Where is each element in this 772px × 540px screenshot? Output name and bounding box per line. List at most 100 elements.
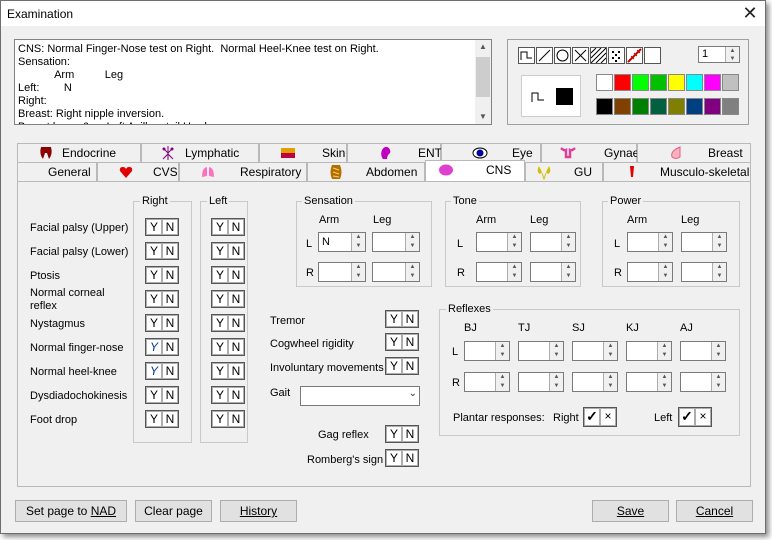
left-no[interactable]: N	[228, 267, 244, 283]
right-no[interactable]: N	[162, 363, 178, 379]
left-no[interactable]: N	[228, 243, 244, 259]
cancel-button[interactable]: Cancel	[676, 500, 753, 522]
spinner-arrows-icon[interactable]: ▲ ▼	[711, 373, 725, 391]
sensation-right-leg-spinner[interactable]: ▲ ▼	[372, 262, 420, 282]
tab-gu[interactable]: GU	[525, 162, 603, 181]
spinner-arrows-icon[interactable]: ▲ ▼	[725, 47, 739, 62]
color-swatch[interactable]	[614, 98, 631, 115]
spinner-arrows-icon[interactable]: ▲ ▼	[405, 263, 419, 281]
spinner-arrows-icon[interactable]: ▲ ▼	[658, 233, 672, 251]
sensation-right-arm-spinner[interactable]: ▲ ▼	[318, 262, 366, 282]
color-swatch[interactable]	[722, 74, 739, 91]
save-button[interactable]: Save	[592, 500, 669, 522]
color-swatch[interactable]	[722, 98, 739, 115]
mid-yn-toggle[interactable]: YN	[385, 333, 419, 351]
scroll-thumb[interactable]	[476, 57, 490, 97]
color-swatch[interactable]	[650, 74, 667, 91]
scar-tool-icon[interactable]	[626, 47, 643, 64]
notes-scrollbar[interactable]: ▲ ▼	[475, 40, 491, 124]
color-swatch[interactable]	[686, 74, 703, 91]
spinner-arrows-icon[interactable]: ▲ ▼	[561, 233, 575, 251]
tab-abdomen[interactable]: Abdomen	[307, 162, 425, 181]
color-swatch[interactable]	[650, 98, 667, 115]
spinner-arrows-icon[interactable]: ▲ ▼	[603, 342, 617, 360]
plantar-right-toggle[interactable]: ✓ ×	[583, 407, 617, 427]
color-swatch[interactable]	[686, 98, 703, 115]
spinner-arrows-icon[interactable]: ▲ ▼	[712, 263, 726, 281]
reflex-tj-left-spinner[interactable]: ▲ ▼	[518, 341, 564, 361]
right-yes[interactable]: Y	[146, 219, 162, 235]
spinner-arrows-icon[interactable]: ▲ ▼	[405, 233, 419, 251]
reflex-kj-right-spinner[interactable]: ▲ ▼	[626, 372, 672, 392]
spinner-arrows-icon[interactable]: ▲ ▼	[351, 233, 365, 251]
left-yn-toggle[interactable]: YN	[211, 338, 245, 356]
left-yes[interactable]: Y	[212, 339, 228, 355]
spinner-arrows-icon[interactable]: ▲ ▼	[351, 263, 365, 281]
reflex-kj-left-spinner[interactable]: ▲ ▼	[626, 341, 672, 361]
power-right-leg-spinner[interactable]: ▲ ▼	[681, 262, 727, 282]
sensation-left-arm-spinner[interactable]: N ▲ ▼	[318, 232, 366, 252]
blank-tool-icon[interactable]	[644, 47, 661, 64]
spinner-arrows-icon[interactable]: ▲ ▼	[658, 263, 672, 281]
scroll-down-icon[interactable]: ▼	[475, 110, 491, 124]
mid-yes[interactable]: Y	[386, 358, 402, 374]
tab-musculo-skeletal[interactable]: Musculo-skeletal	[603, 162, 751, 181]
mid-yn-toggle[interactable]: YN	[385, 357, 419, 375]
romberg-yes[interactable]: Y	[386, 450, 402, 466]
color-swatch[interactable]	[704, 74, 721, 91]
reflex-sj-left-spinner[interactable]: ▲ ▼	[572, 341, 618, 361]
spinner-arrows-icon[interactable]: ▲ ▼	[507, 263, 521, 281]
tab-cvs[interactable]: CVS	[97, 162, 179, 181]
mid-no[interactable]: N	[402, 358, 418, 374]
dots-tool-icon[interactable]	[608, 47, 625, 64]
tab-gynae[interactable]: Gynae	[541, 143, 639, 162]
mid-yes[interactable]: Y	[386, 311, 402, 327]
tab-lymphatic[interactable]: Lymphatic	[141, 143, 259, 162]
left-no[interactable]: N	[228, 291, 244, 307]
cross-tool-icon[interactable]	[572, 47, 589, 64]
set-page-nad-button[interactable]: Set page to NAD	[15, 500, 127, 522]
right-yes[interactable]: Y	[146, 387, 162, 403]
reflex-aj-left-spinner[interactable]: ▲ ▼	[680, 341, 726, 361]
spinner-arrows-icon[interactable]: ▲ ▼	[507, 233, 521, 251]
color-swatch[interactable]	[668, 98, 685, 115]
right-no[interactable]: N	[162, 291, 178, 307]
left-yes[interactable]: Y	[212, 267, 228, 283]
romberg-yn[interactable]: YN	[385, 449, 419, 467]
left-yes[interactable]: Y	[212, 387, 228, 403]
right-no[interactable]: N	[162, 387, 178, 403]
close-icon[interactable]: ✕	[737, 2, 763, 24]
left-yes[interactable]: Y	[212, 363, 228, 379]
sensation-left-leg-spinner[interactable]: ▲ ▼	[372, 232, 420, 252]
left-no[interactable]: N	[228, 339, 244, 355]
tab-respiratory[interactable]: Respiratory	[179, 162, 307, 181]
gag-reflex-yes[interactable]: Y	[386, 426, 402, 442]
plantar-left-toggle[interactable]: ✓ ×	[678, 407, 712, 427]
right-yn-toggle[interactable]: YN	[145, 266, 179, 284]
right-yn-toggle[interactable]: YN	[145, 242, 179, 260]
left-yn-toggle[interactable]: YN	[211, 290, 245, 308]
right-yn-toggle[interactable]: YN	[145, 386, 179, 404]
right-no[interactable]: N	[162, 315, 178, 331]
right-yes[interactable]: Y	[146, 363, 162, 379]
circle-tool-icon[interactable]	[554, 47, 571, 64]
scroll-up-icon[interactable]: ▲	[475, 40, 491, 54]
tone-right-leg-spinner[interactable]: ▲ ▼	[530, 262, 576, 282]
left-no[interactable]: N	[228, 315, 244, 331]
left-yes[interactable]: Y	[212, 411, 228, 427]
left-no[interactable]: N	[228, 387, 244, 403]
right-yes[interactable]: Y	[146, 411, 162, 427]
right-no[interactable]: N	[162, 219, 178, 235]
spinner-arrows-icon[interactable]: ▲ ▼	[549, 342, 563, 360]
left-no[interactable]: N	[228, 219, 244, 235]
clear-page-button[interactable]: Clear page	[135, 500, 212, 522]
tone-left-arm-spinner[interactable]: ▲ ▼	[476, 232, 522, 252]
tab-skin[interactable]: Skin	[259, 143, 347, 162]
spinner-arrows-icon[interactable]: ▲ ▼	[561, 263, 575, 281]
left-yn-toggle[interactable]: YN	[211, 362, 245, 380]
mid-no[interactable]: N	[402, 334, 418, 350]
right-yn-toggle[interactable]: YN	[145, 290, 179, 308]
color-swatch[interactable]	[632, 98, 649, 115]
left-yes[interactable]: Y	[212, 291, 228, 307]
spinner-arrows-icon[interactable]: ▲ ▼	[603, 373, 617, 391]
